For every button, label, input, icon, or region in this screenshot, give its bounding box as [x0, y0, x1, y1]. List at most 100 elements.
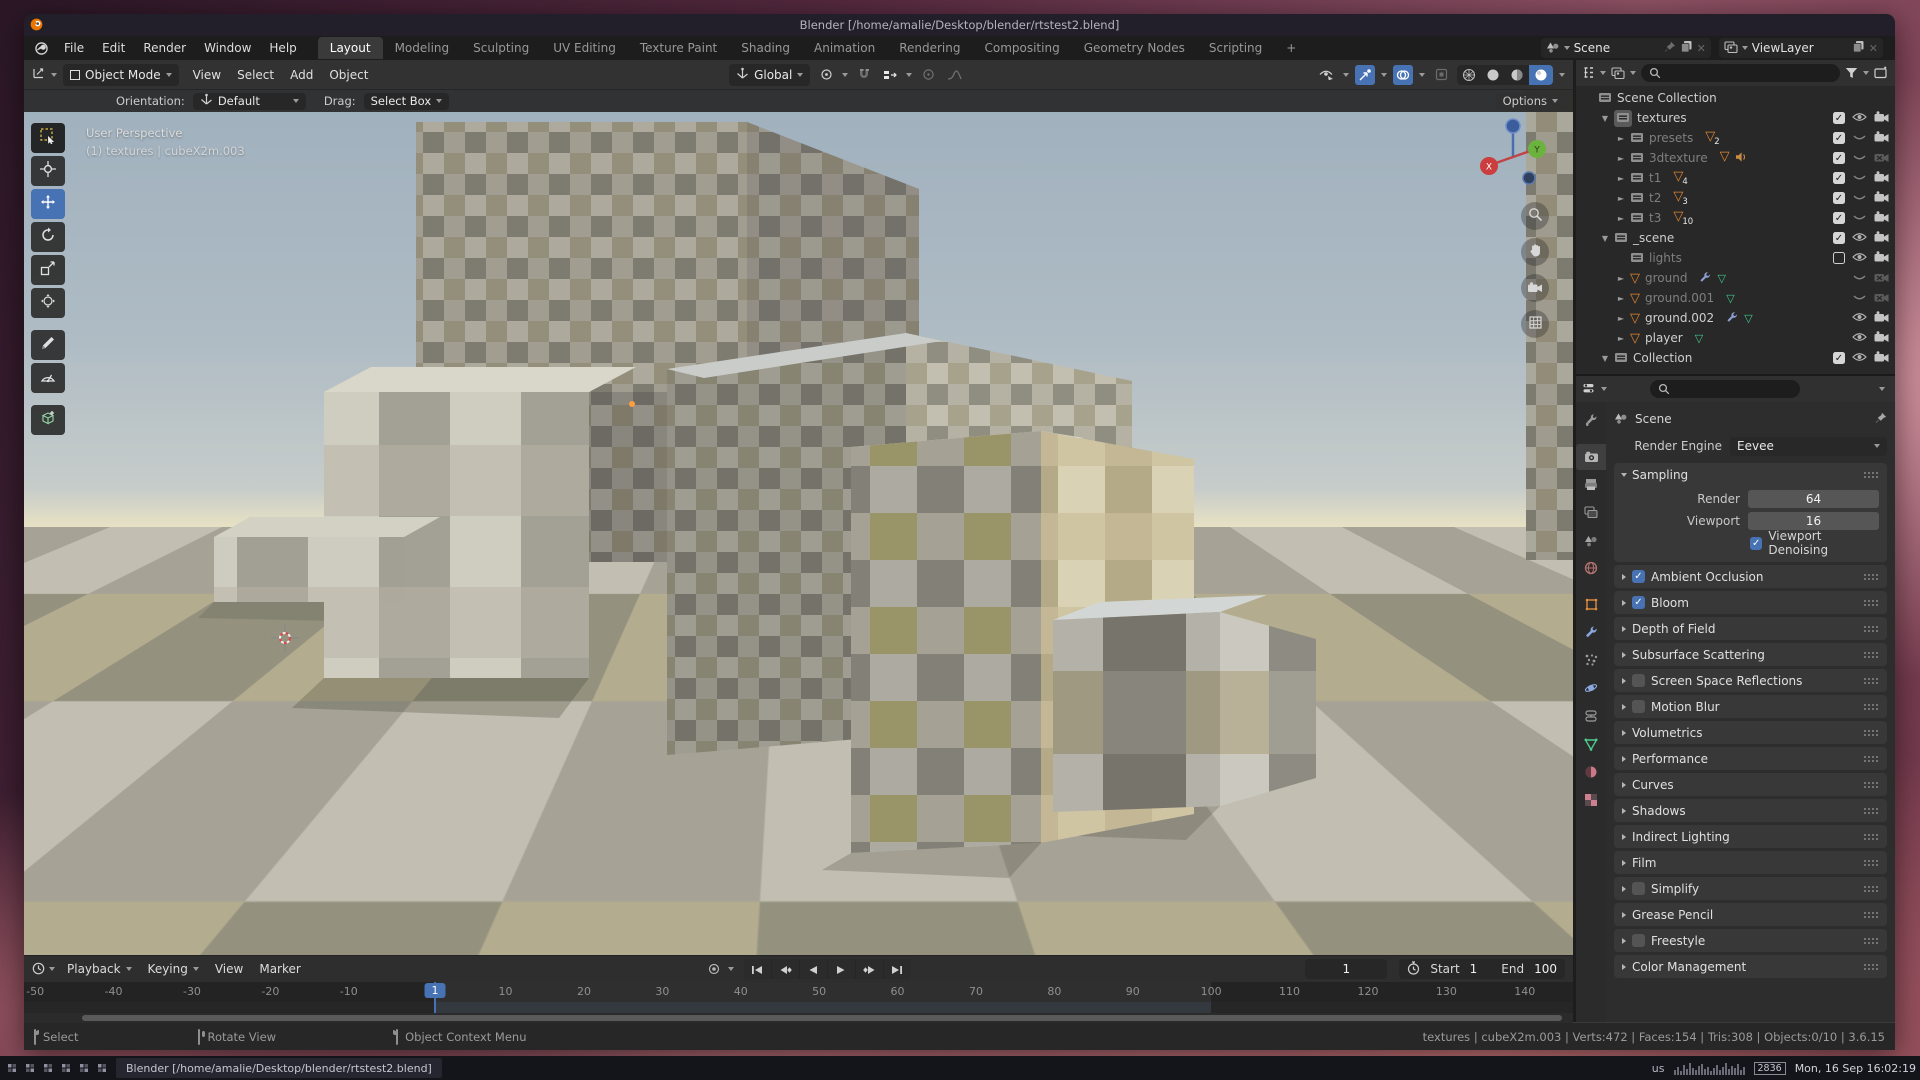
properties-tab-material[interactable]	[1576, 760, 1606, 786]
properties-tab-world[interactable]	[1576, 556, 1606, 582]
scale-tool-button[interactable]	[31, 255, 65, 285]
properties-search-input[interactable]	[1650, 380, 1800, 398]
render-camera-icon[interactable]	[1874, 191, 1889, 205]
gizmos-toggle-button[interactable]	[1355, 65, 1375, 85]
expand-down-icon[interactable]: ▼	[1600, 114, 1610, 123]
panel-checkbox[interactable]	[1632, 700, 1645, 713]
drag-handle-icon[interactable]	[1863, 471, 1879, 479]
timeline-menu-view[interactable]: View	[207, 959, 251, 979]
blender-menu-icon[interactable]	[34, 41, 49, 56]
workspace-tab-+[interactable]: +	[1274, 37, 1308, 59]
outliner-item-label[interactable]: ground.002	[1645, 311, 1714, 325]
viewport-pan-button[interactable]	[1521, 238, 1549, 266]
viewport-camera-button[interactable]	[1521, 274, 1549, 302]
outliner-item-label[interactable]: Collection	[1633, 351, 1692, 365]
outliner-row--scene[interactable]: ▼_scene✓	[1576, 228, 1895, 248]
properties-tab-tool[interactable]	[1576, 408, 1606, 434]
pivot-point-button[interactable]	[816, 65, 836, 85]
render-camera-icon[interactable]	[1874, 171, 1889, 185]
expand-right-icon[interactable]: ►	[1616, 154, 1626, 163]
expand-right-icon[interactable]: ►	[1616, 134, 1626, 143]
properties-tab-physics[interactable]	[1576, 676, 1606, 702]
exclude-checkbox[interactable]: ✓	[1833, 152, 1845, 164]
transform-tool-button[interactable]	[31, 288, 65, 318]
taskbar-launcher-icon[interactable]	[78, 1062, 90, 1074]
outliner-row-t3[interactable]: ►t3▽10✓	[1576, 208, 1895, 228]
app-menu-render[interactable]: Render	[134, 38, 195, 58]
panel-header[interactable]: Grease Pencil	[1614, 903, 1887, 926]
timeline-track[interactable]	[24, 1002, 1573, 1013]
panel-header[interactable]: Film	[1614, 851, 1887, 874]
hide-eye-icon[interactable]	[1852, 191, 1867, 205]
render-camera-icon[interactable]	[1874, 231, 1889, 245]
auto-keying-button[interactable]	[704, 959, 724, 979]
taskbar-launcher-icon[interactable]	[96, 1062, 108, 1074]
expand-right-icon[interactable]: ►	[1616, 274, 1626, 283]
properties-tab-particles[interactable]	[1576, 648, 1606, 674]
panel-checkbox[interactable]	[1632, 674, 1645, 687]
render-camera-icon[interactable]	[1874, 151, 1889, 165]
panel-header[interactable]: Simplify	[1614, 877, 1887, 900]
exclude-checkbox[interactable]: ✓	[1833, 172, 1845, 184]
shading-solid-button[interactable]	[1481, 65, 1505, 85]
properties-tab-render[interactable]	[1576, 444, 1606, 470]
mode-dropdown[interactable]: Object Mode	[63, 64, 179, 86]
drag-handle-icon[interactable]	[1863, 859, 1879, 867]
snap-target-button[interactable]	[880, 65, 900, 85]
hide-eye-icon[interactable]	[1852, 351, 1867, 365]
hide-eye-icon[interactable]	[1852, 171, 1867, 185]
expand-right-icon[interactable]: ►	[1616, 334, 1626, 343]
taskbar-launcher-icon[interactable]	[42, 1062, 54, 1074]
drag-handle-icon[interactable]	[1863, 885, 1879, 893]
drag-handle-icon[interactable]	[1863, 573, 1879, 581]
drag-handle-icon[interactable]	[1863, 677, 1879, 685]
outliner-search-input[interactable]	[1641, 64, 1840, 82]
workspace-tab-layout[interactable]: Layout	[318, 37, 383, 59]
drag-handle-icon[interactable]	[1863, 625, 1879, 633]
drag-handle-icon[interactable]	[1863, 781, 1879, 789]
measure-tool-button[interactable]	[31, 363, 65, 393]
hide-eye-icon[interactable]	[1852, 251, 1867, 265]
exclude-checkbox[interactable]: ✓	[1833, 212, 1845, 224]
outliner-row-presets[interactable]: ►presets▽2✓	[1576, 128, 1895, 148]
outliner-row-t2[interactable]: ►t2▽3✓	[1576, 188, 1895, 208]
hide-eye-icon[interactable]	[1852, 231, 1867, 245]
outliner-row-collection[interactable]: ▼Collection✓	[1576, 348, 1895, 368]
scene-selector[interactable]: Scene ✕	[1541, 38, 1711, 58]
drag-handle-icon[interactable]	[1863, 755, 1879, 763]
outliner-item-label[interactable]: t3	[1649, 211, 1661, 225]
pin-icon[interactable]	[1875, 412, 1887, 427]
duplicate-icon[interactable]	[1852, 40, 1865, 56]
timeline-editor-icon[interactable]	[32, 960, 45, 979]
hide-eye-icon[interactable]	[1852, 311, 1867, 325]
workspace-tab-animation[interactable]: Animation	[802, 37, 887, 59]
viewport-menu-select[interactable]: Select	[229, 65, 282, 85]
exclude-checkbox[interactable]: ✓	[1833, 132, 1845, 144]
properties-tab-modifiers[interactable]	[1576, 620, 1606, 646]
panel-checkbox[interactable]	[1632, 882, 1645, 895]
workspace-tab-scripting[interactable]: Scripting	[1197, 37, 1274, 59]
outliner-item-label[interactable]: ground	[1645, 271, 1687, 285]
orientation-default-dropdown[interactable]: Default	[193, 93, 306, 110]
outliner-row-t1[interactable]: ►t1▽4✓	[1576, 168, 1895, 188]
panel-header[interactable]: Freestyle	[1614, 929, 1887, 952]
panel-header[interactable]: Shadows	[1614, 799, 1887, 822]
expand-down-icon[interactable]: ▼	[1600, 354, 1610, 363]
hide-eye-icon[interactable]	[1852, 291, 1867, 305]
panel-checkbox[interactable]: ✓	[1632, 570, 1645, 583]
sampling-panel-header[interactable]: Sampling	[1614, 463, 1887, 486]
outliner-row-ground[interactable]: ►▽ground▽	[1576, 268, 1895, 288]
drag-handle-icon[interactable]	[1863, 807, 1879, 815]
outliner-item-label[interactable]: ground.001	[1645, 291, 1714, 305]
outliner-row-scene-collection[interactable]: Scene Collection	[1576, 88, 1895, 108]
panel-checkbox[interactable]: ✓	[1632, 596, 1645, 609]
falloff-curve-button[interactable]	[944, 65, 964, 85]
exclude-checkbox[interactable]	[1833, 252, 1845, 264]
cursor-tool-button[interactable]	[31, 156, 65, 186]
next-keyframe-button[interactable]	[856, 959, 883, 979]
select-box-tool-button[interactable]	[31, 123, 65, 153]
hide-eye-icon[interactable]	[1852, 211, 1867, 225]
taskbar-launcher-icon[interactable]	[24, 1062, 36, 1074]
drag-handle-icon[interactable]	[1863, 651, 1879, 659]
new-collection-button[interactable]	[1874, 64, 1889, 83]
